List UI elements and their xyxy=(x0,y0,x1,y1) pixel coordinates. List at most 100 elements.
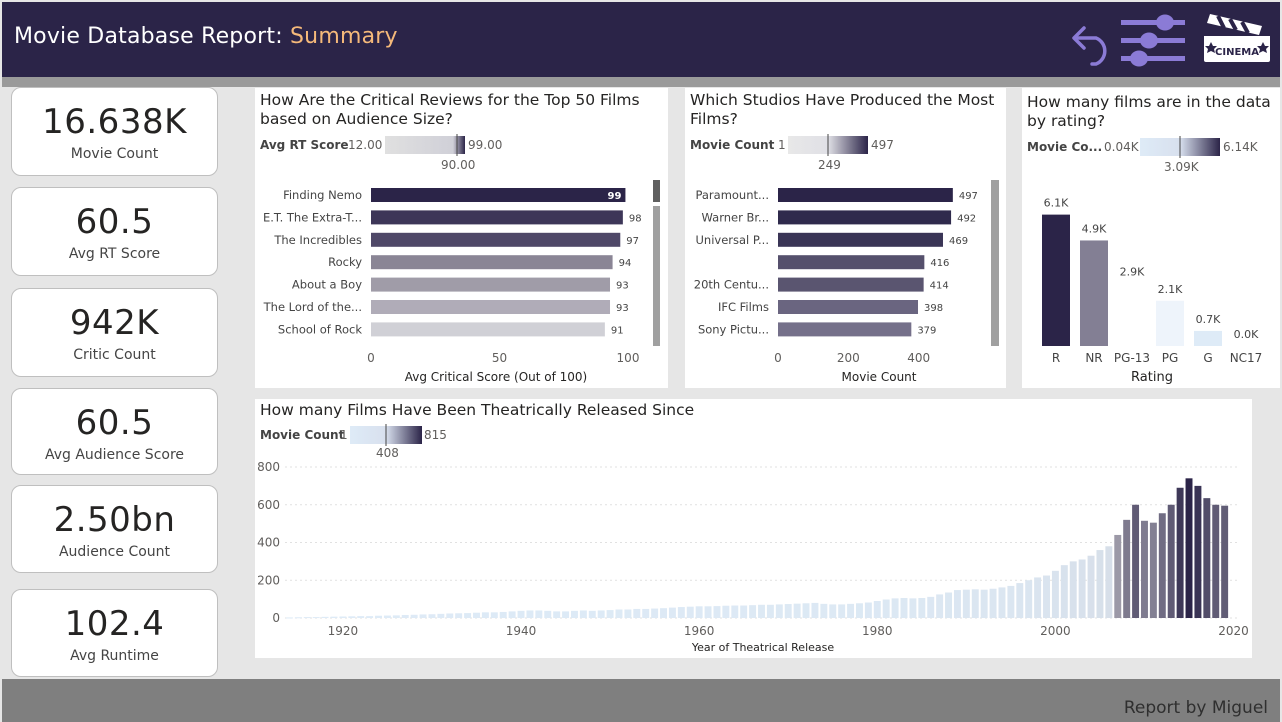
bar[interactable] xyxy=(490,612,498,618)
bar[interactable] xyxy=(366,616,374,618)
bar[interactable] xyxy=(1060,565,1068,618)
bar[interactable] xyxy=(526,610,534,618)
bar[interactable] xyxy=(829,604,837,618)
kpi-movie-count[interactable]: 16.638K Movie Count xyxy=(11,87,218,176)
bar[interactable] xyxy=(588,610,596,618)
bar[interactable] xyxy=(1042,214,1070,346)
bar[interactable] xyxy=(695,606,703,618)
bar[interactable] xyxy=(758,604,765,618)
bar[interactable] xyxy=(570,610,578,618)
bar[interactable] xyxy=(1043,575,1050,618)
bar[interactable] xyxy=(1167,504,1175,618)
scrollbar-track[interactable] xyxy=(653,206,660,346)
bar[interactable] xyxy=(962,589,970,618)
bar[interactable] xyxy=(294,617,302,619)
bar[interactable] xyxy=(1007,585,1015,618)
bar[interactable] xyxy=(371,210,623,225)
bar[interactable] xyxy=(357,616,365,618)
bar[interactable] xyxy=(615,609,623,618)
bar[interactable] xyxy=(371,188,626,202)
bar[interactable] xyxy=(811,602,819,618)
bar[interactable] xyxy=(371,300,611,314)
bar[interactable] xyxy=(820,603,828,618)
studios-panel[interactable]: Which Studios Have Produced the Most Fil… xyxy=(685,88,1006,388)
bar[interactable] xyxy=(980,589,988,618)
kpi-critic-count[interactable]: 942K Critic Count xyxy=(11,288,218,377)
bar[interactable] xyxy=(410,614,418,618)
bar[interactable] xyxy=(624,609,632,618)
bar[interactable] xyxy=(321,616,329,618)
bar[interactable] xyxy=(285,617,293,619)
bar[interactable] xyxy=(437,613,445,618)
bar[interactable] xyxy=(766,604,774,618)
bar[interactable] xyxy=(1194,485,1202,618)
bar[interactable] xyxy=(303,617,311,619)
bar[interactable] xyxy=(778,322,912,337)
bar[interactable] xyxy=(778,232,943,247)
bar[interactable] xyxy=(1051,570,1059,618)
bar[interactable] xyxy=(428,614,436,618)
bar[interactable] xyxy=(778,300,919,314)
bar[interactable] xyxy=(900,597,908,618)
bar[interactable] xyxy=(419,614,427,618)
bar[interactable] xyxy=(330,616,338,618)
bar[interactable] xyxy=(348,616,356,618)
bar[interactable] xyxy=(891,598,899,618)
bar[interactable] xyxy=(371,255,613,270)
bar[interactable] xyxy=(971,589,979,618)
bar[interactable] xyxy=(371,232,621,247)
bar[interactable] xyxy=(1114,534,1122,618)
bar[interactable] xyxy=(562,611,570,618)
bar[interactable] xyxy=(1149,522,1157,618)
kpi-avg-rt-score[interactable]: 60.5 Avg RT Score xyxy=(11,187,218,276)
bar[interactable] xyxy=(668,607,676,618)
bar[interactable] xyxy=(579,610,587,618)
bar[interactable] xyxy=(1096,550,1104,618)
bar[interactable] xyxy=(740,605,748,618)
kpi-avg-runtime[interactable]: 102.4 Avg Runtime xyxy=(11,589,218,677)
bar[interactable] xyxy=(312,617,320,619)
bar[interactable] xyxy=(927,596,935,618)
bar[interactable] xyxy=(464,613,472,618)
bar[interactable] xyxy=(535,610,543,618)
bar[interactable] xyxy=(731,605,739,618)
bar[interactable] xyxy=(749,605,757,618)
bar[interactable] xyxy=(998,587,1006,618)
bar[interactable] xyxy=(1156,300,1184,346)
bar[interactable] xyxy=(775,604,783,618)
bar[interactable] xyxy=(882,599,890,618)
scrollbar-track[interactable] xyxy=(991,180,999,346)
bar[interactable] xyxy=(455,613,463,618)
kpi-avg-audience-score[interactable]: 60.5 Avg Audience Score xyxy=(11,388,218,475)
bar[interactable] xyxy=(778,255,925,270)
bar[interactable] xyxy=(722,605,730,618)
bar[interactable] xyxy=(1087,555,1095,618)
bar[interactable] xyxy=(778,210,952,225)
bar[interactable] xyxy=(713,606,721,618)
bar[interactable] xyxy=(704,606,712,618)
bar[interactable] xyxy=(873,601,881,618)
bar[interactable] xyxy=(864,602,872,618)
bar[interactable] xyxy=(677,607,685,618)
bar[interactable] xyxy=(784,604,792,618)
bar[interactable] xyxy=(802,603,810,618)
bar[interactable] xyxy=(936,594,944,618)
bar[interactable] xyxy=(1132,504,1140,618)
bar[interactable] xyxy=(660,608,668,618)
bar[interactable] xyxy=(1118,283,1146,346)
bar[interactable] xyxy=(847,603,855,618)
bar[interactable] xyxy=(945,592,953,618)
bar[interactable] xyxy=(1158,513,1166,618)
kpi-audience-count[interactable]: 2.50bn Audience Count xyxy=(11,485,218,573)
filter-sliders-icon[interactable] xyxy=(1119,12,1187,70)
ratings-panel[interactable]: How many films are in the data by rating… xyxy=(1022,88,1280,388)
critical-reviews-panel[interactable]: How Are the Critical Reviews for the Top… xyxy=(255,88,668,388)
bar[interactable] xyxy=(375,615,382,618)
bar[interactable] xyxy=(383,615,391,618)
bar[interactable] xyxy=(1016,583,1024,618)
bar[interactable] xyxy=(508,611,516,618)
bar[interactable] xyxy=(1080,240,1108,346)
bar[interactable] xyxy=(446,613,454,618)
bar[interactable] xyxy=(953,590,961,618)
bar[interactable] xyxy=(909,598,917,618)
